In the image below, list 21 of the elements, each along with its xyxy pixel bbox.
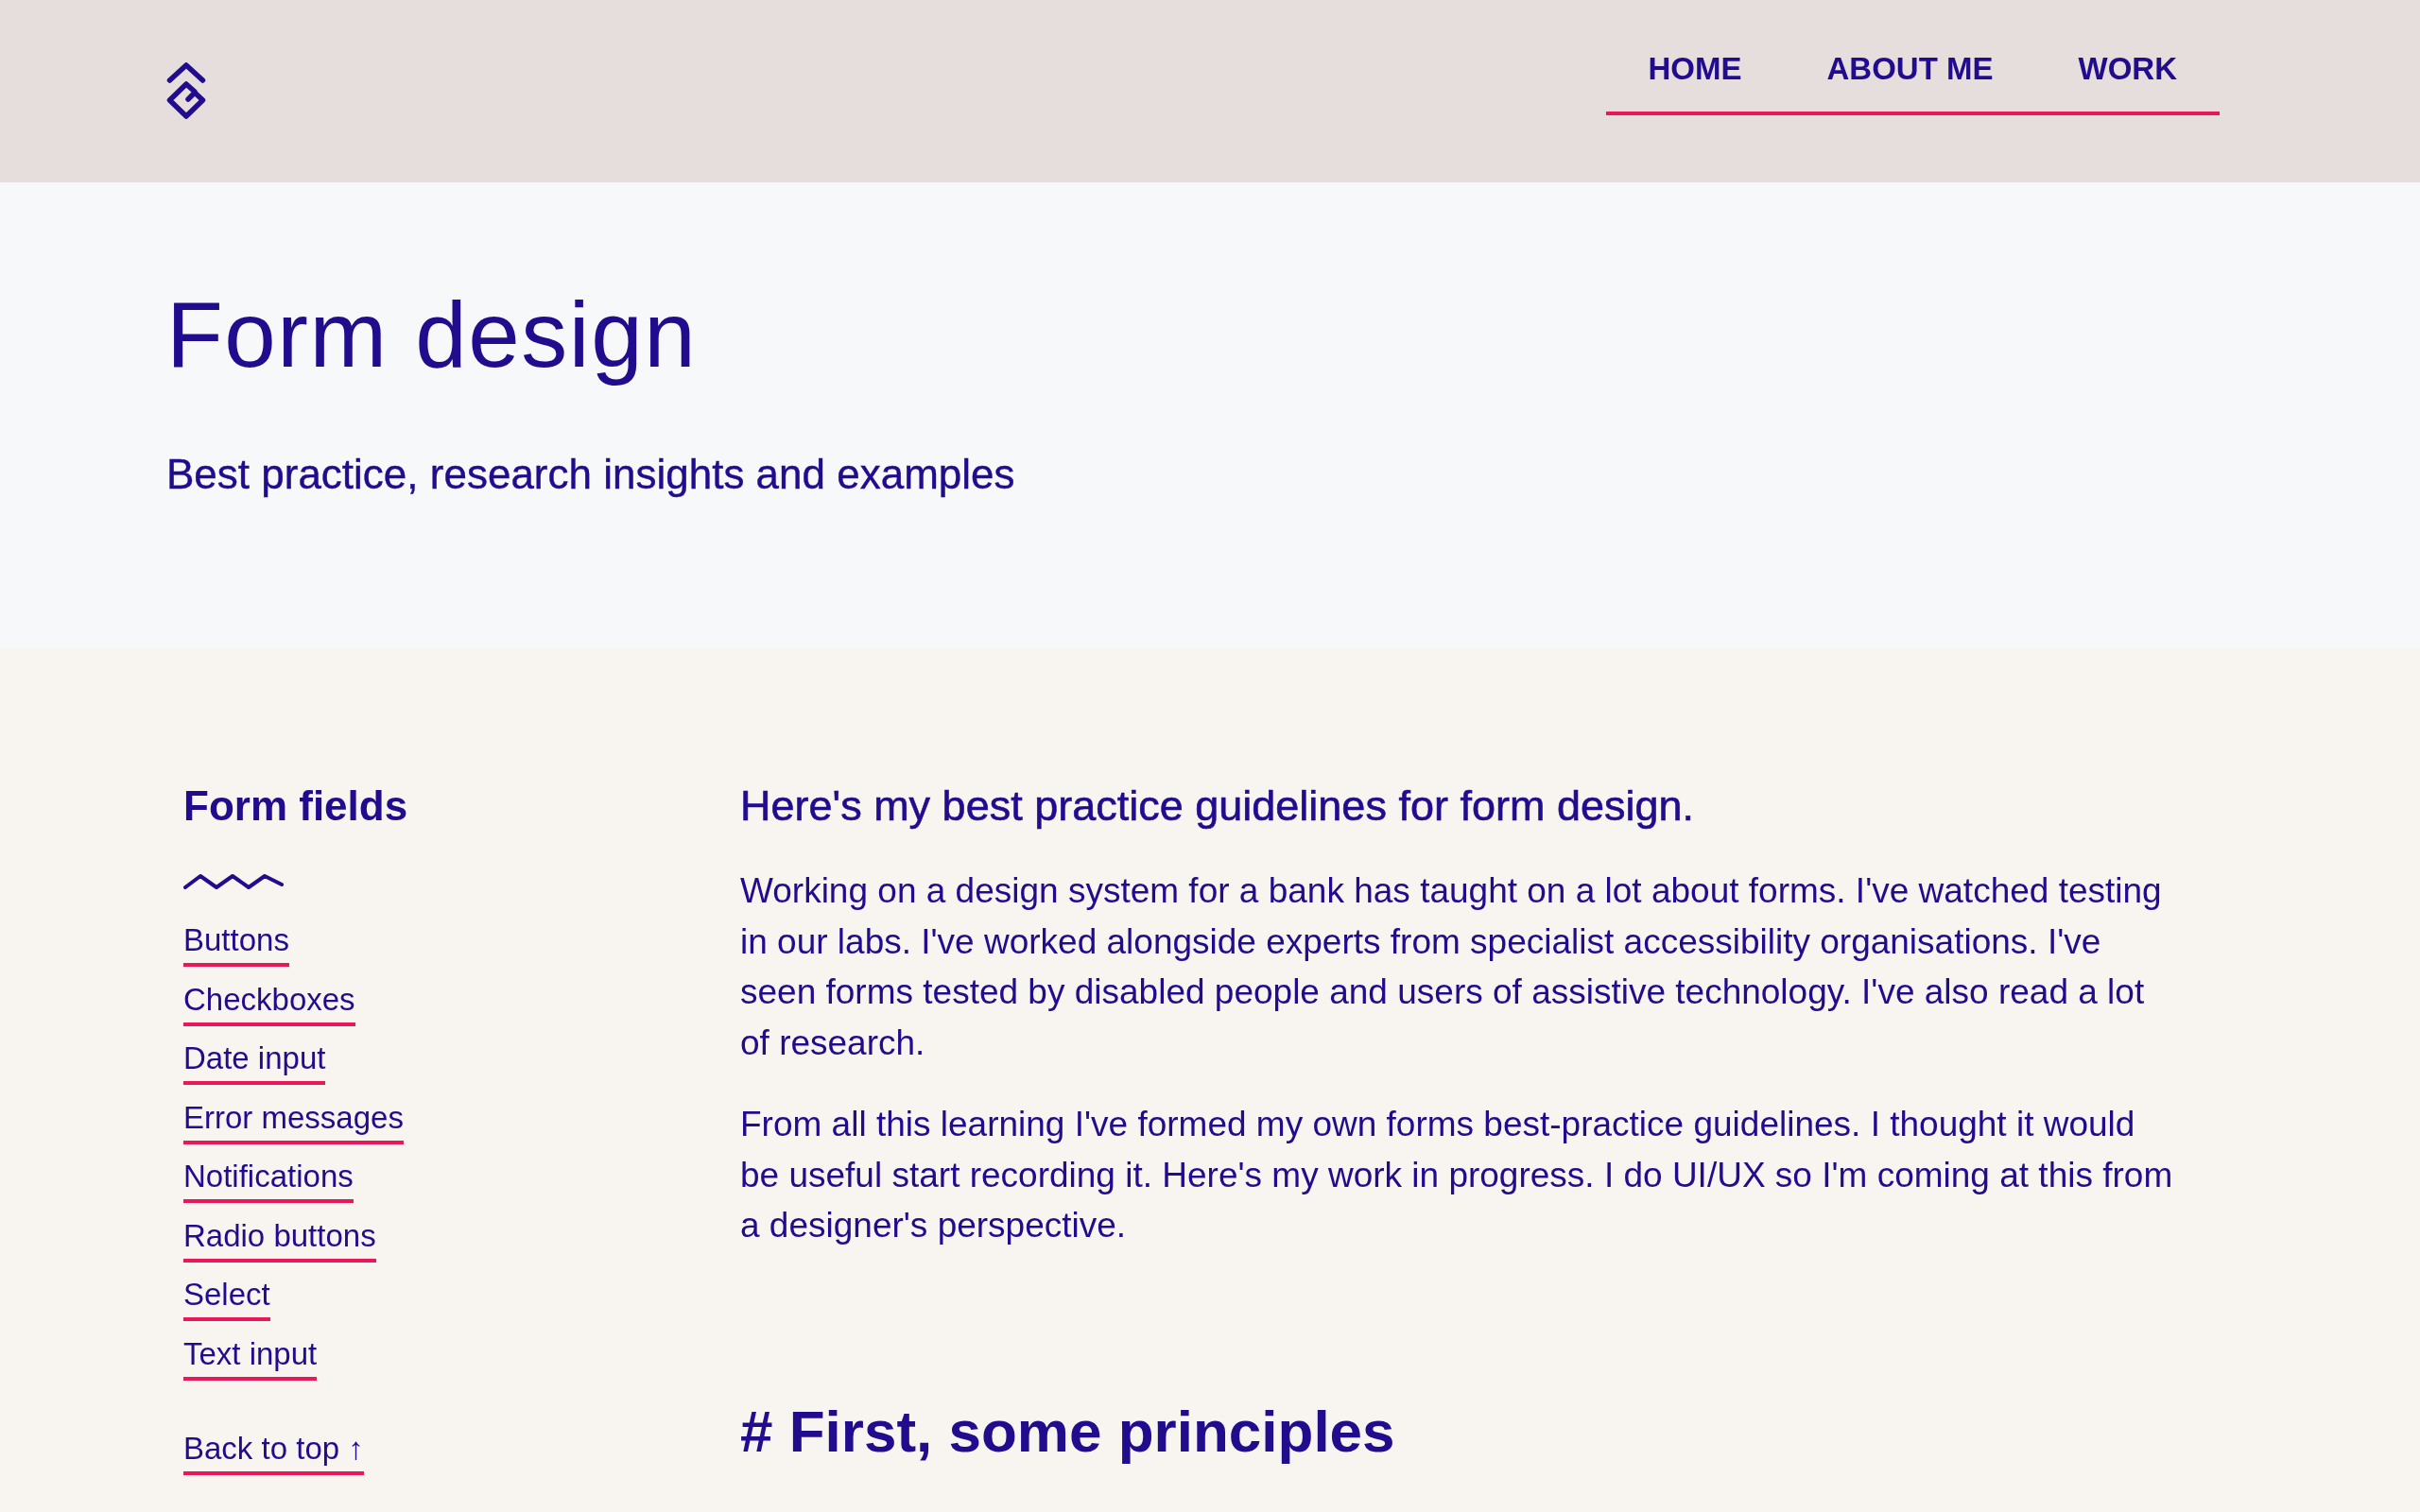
paragraph: Working on a design system for a bank has taught on a lot about forms. I've watched testing in our labs. I've worked alongside experts from specialist accessibility organisations. I've seen forms tested by disabled people and users of assistive technology. I've also read a lot of research. [740, 870, 2163, 1064]
paragraph: From all this learning I've formed my own forms best-practice guidelines. I thought it would be useful start recording it. Here's my work in progress. I do UI/UX so I'm coming at this from a designer's perspective. [740, 1104, 2174, 1246]
sidebar-link[interactable]: Date input [183, 1040, 326, 1085]
sidebar-heading: Form fields [183, 782, 408, 831]
section-heading: # First, some principles [740, 1397, 1395, 1466]
sidebar-link[interactable]: Notifications [183, 1158, 354, 1203]
back-to-top-link[interactable]: Back to top ↑ [183, 1430, 364, 1475]
wavy-line-icon [183, 873, 284, 889]
intro-heading: Here's my best practice guidelines for form design. [740, 781, 1695, 831]
sidebar-link[interactable]: Radio buttons [183, 1216, 376, 1263]
page-title: Form design [166, 284, 698, 386]
nav-link[interactable]: HOME [1605, 0, 1785, 112]
nav-link[interactable]: WORK [2035, 0, 2220, 112]
nav-link[interactable]: ABOUT ME [1784, 0, 2036, 112]
sidebar-link[interactable]: Text input [183, 1334, 318, 1381]
sidebar-link[interactable]: Checkboxes [183, 980, 355, 1026]
sidebar-link[interactable]: Select [183, 1276, 270, 1321]
sidebar-link[interactable]: Error messages [183, 1098, 404, 1144]
page-subtitle: Best practice, research insights and examples [166, 450, 1015, 499]
sidebar-link[interactable]: Buttons [183, 921, 289, 967]
logo-icon[interactable] [166, 62, 206, 119]
